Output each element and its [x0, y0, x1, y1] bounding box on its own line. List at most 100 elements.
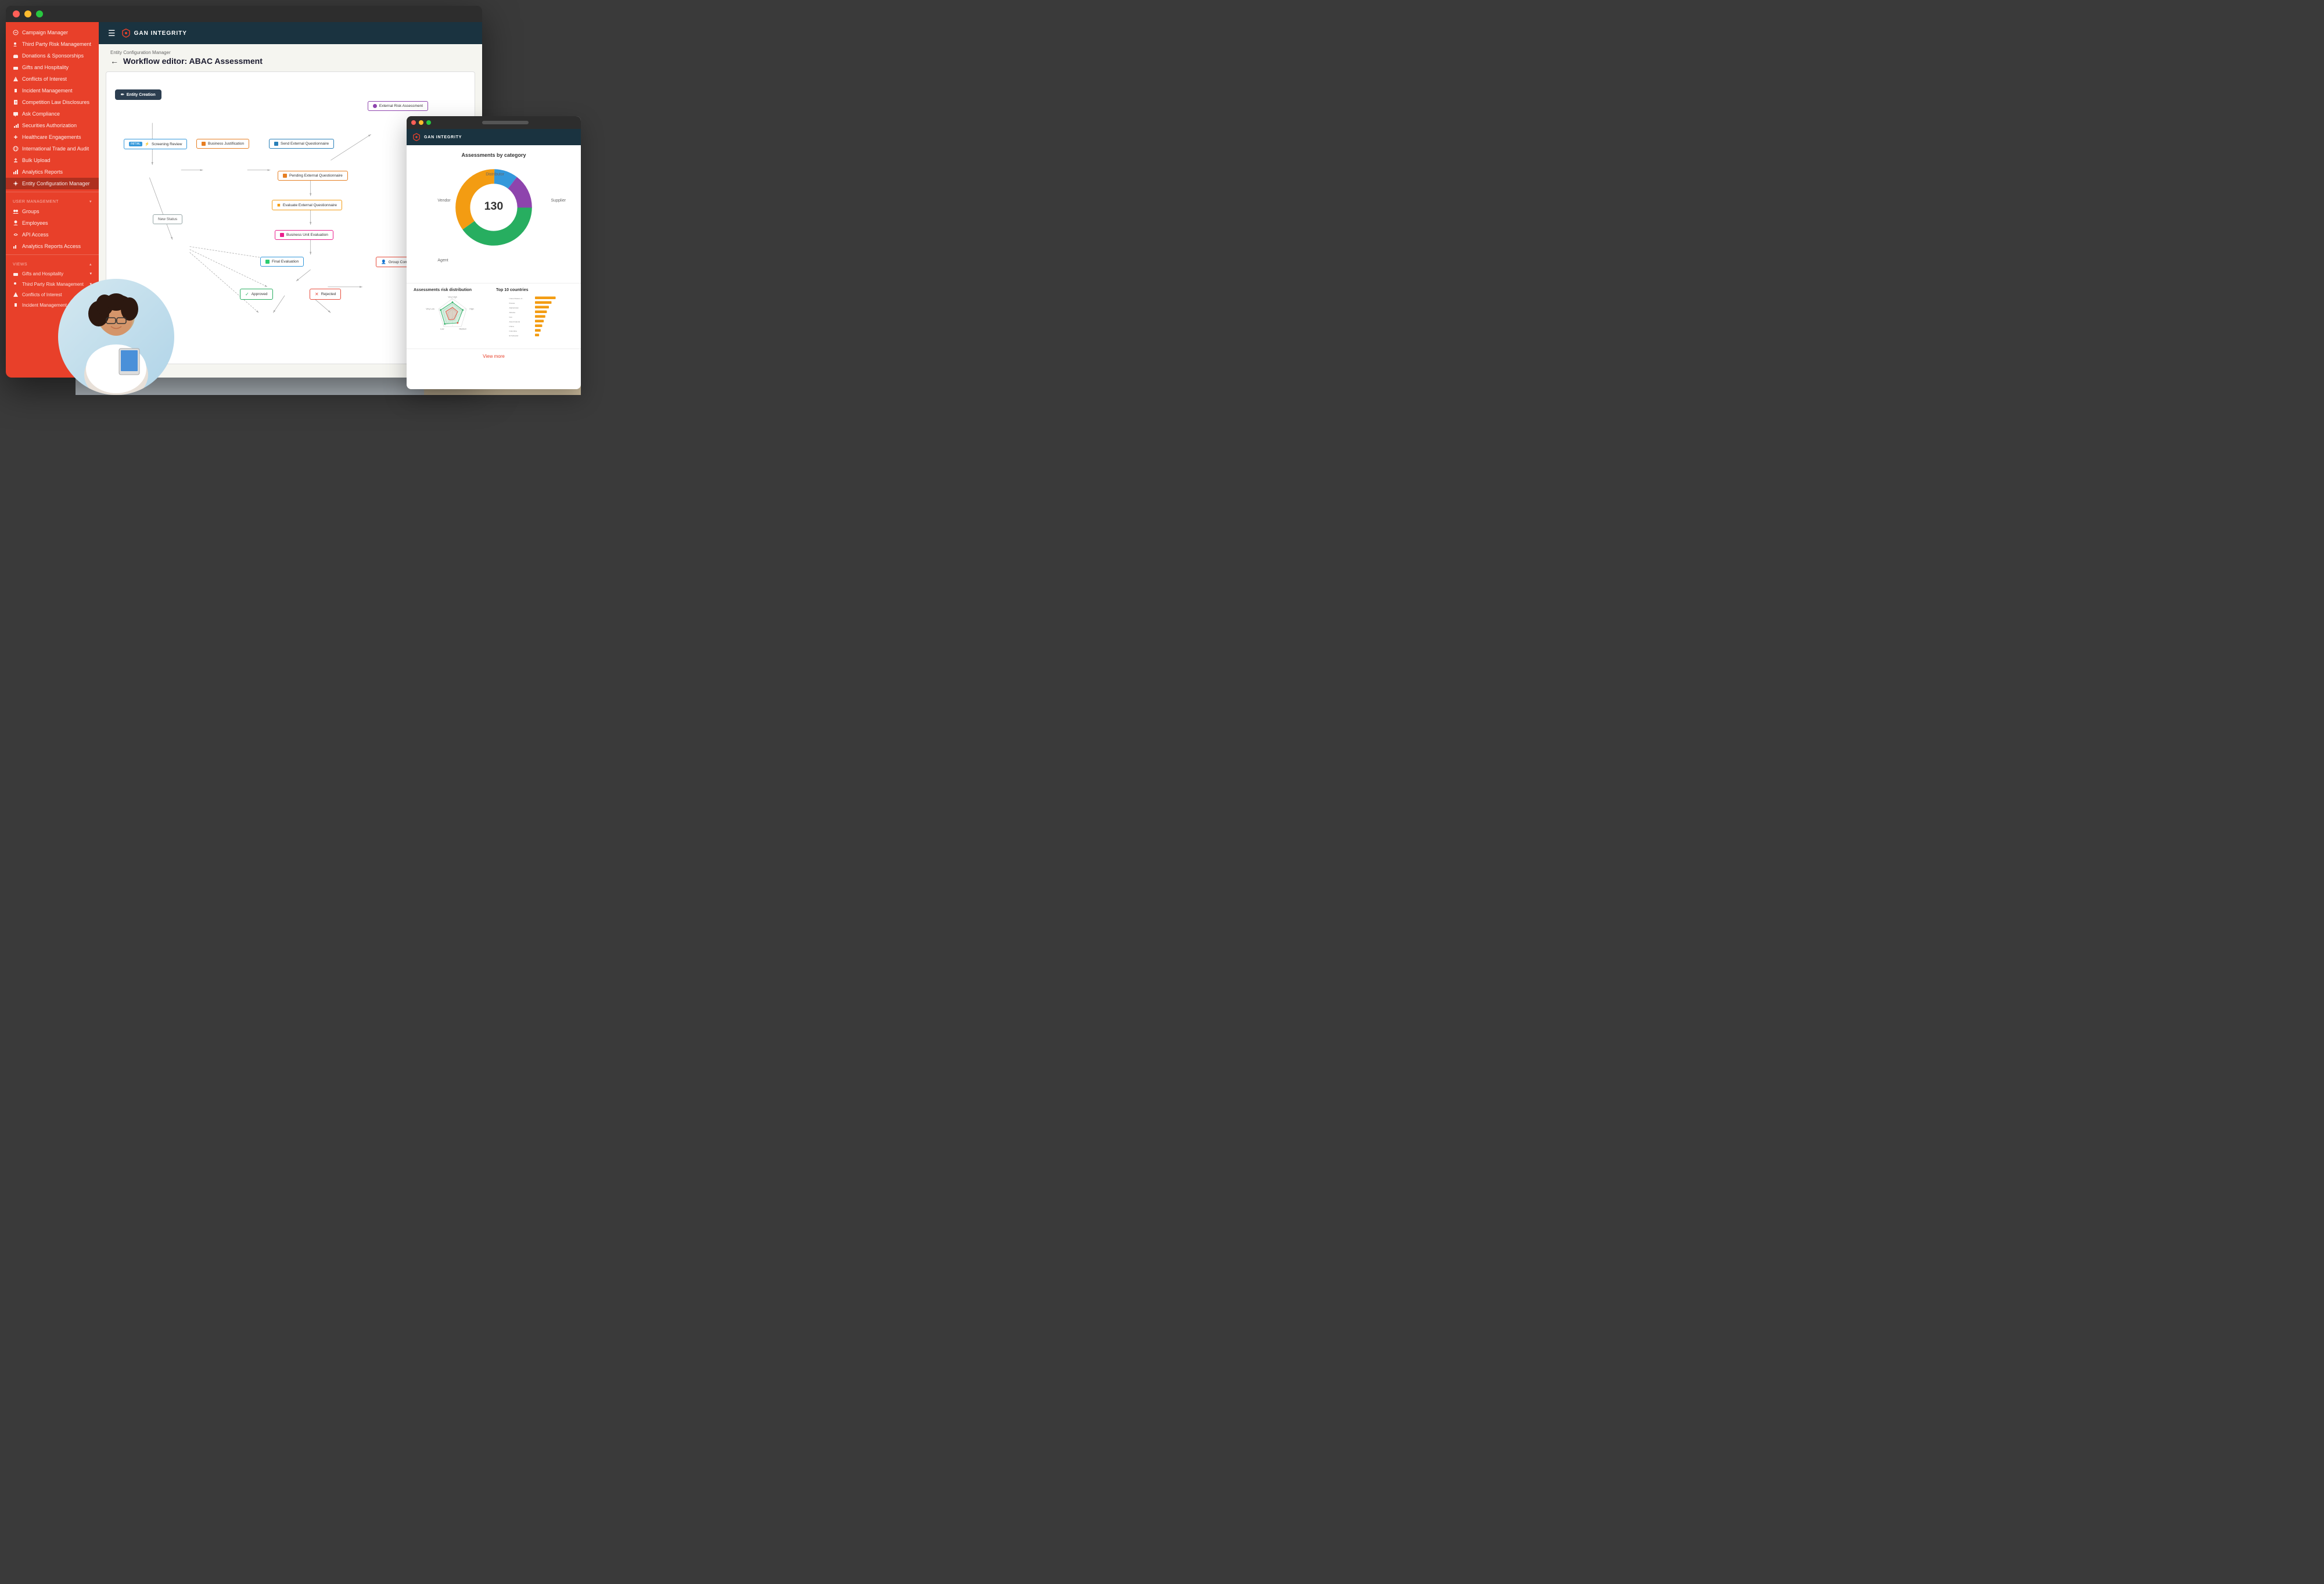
node-biz-just-label: Business Justification — [208, 142, 244, 146]
node-send-ext-label: Send External Questionnaire — [281, 142, 329, 146]
sidebar-label-groups: Groups — [22, 209, 39, 214]
svg-text:Russia: Russia — [509, 302, 515, 304]
top-nav: ☰ GAN INTEGRITY — [99, 22, 482, 44]
sidebar-label-employees: Employees — [22, 220, 48, 226]
agent-label: Agent — [437, 258, 448, 263]
sidebar-item-analytics[interactable]: Analytics Reports — [6, 166, 99, 178]
second-maximize-btn[interactable] — [426, 120, 431, 125]
node-business-justification[interactable]: Business Justification — [196, 139, 249, 149]
sidebar-item-ask[interactable]: Ask Compliance — [6, 108, 99, 120]
sidebar-item-donations[interactable]: Donations & Sponsorships — [6, 50, 99, 62]
sidebar-item-competition[interactable]: Competition Law Disclosures — [6, 96, 99, 108]
teal-dot-icon — [265, 260, 270, 264]
sidebar-item-coi[interactable]: ! Conflicts of Interest — [6, 73, 99, 85]
warning-icon — [13, 88, 19, 94]
sidebar-item-international[interactable]: International Trade and Audit — [6, 143, 99, 155]
sidebar-item-analytics-access[interactable]: Analytics Reports Access — [6, 240, 99, 252]
users-view-icon — [13, 281, 19, 287]
breadcrumb-area: Entity Configuration Manager ← Workflow … — [99, 44, 482, 66]
medical-icon — [13, 134, 19, 140]
top-countries-chart: Top 10 countries United States of... Rus… — [496, 288, 574, 344]
sidebar-label-analytics: Analytics Reports — [22, 169, 63, 175]
sidebar-label-securities: Securities Authorization — [22, 123, 77, 128]
node-approved-label: Approved — [252, 292, 268, 296]
node-evaluate-external[interactable]: ◼ Evaluate External Questionnaire — [272, 200, 342, 210]
node-final-evaluation[interactable]: Final Evaluation — [260, 257, 304, 267]
node-business-unit[interactable]: Business Unit Evaluation — [275, 230, 333, 240]
breadcrumb: Entity Configuration Manager — [110, 50, 470, 55]
node-send-external[interactable]: Send External Questionnaire — [269, 139, 334, 149]
node-rejected-label: Rejected — [321, 292, 336, 296]
node-ext-risk-label: External Risk Assessment — [379, 104, 423, 108]
sidebar-item-bulk[interactable]: Bulk Upload — [6, 155, 99, 166]
sidebar-label-donations: Donations & Sponsorships — [22, 53, 84, 59]
radar-svg: Very High High Medium Low Very Low — [414, 294, 491, 341]
chart-icon — [13, 123, 19, 128]
page-title: ← Workflow editor: ABAC Assessment — [110, 56, 470, 66]
sidebar-label-healthcare: Healthcare Engagements — [22, 134, 81, 140]
sidebar-label-api: API Access — [22, 232, 49, 238]
supplier-label: Supplier — [551, 199, 566, 203]
sidebar-item-entity-config[interactable]: Entity Configuration Manager — [6, 178, 99, 189]
back-arrow-icon[interactable]: ← — [110, 56, 118, 66]
sidebar-label-campaign-manager: Campaign Manager — [22, 30, 68, 35]
pencil-icon: ✏ — [121, 92, 124, 97]
sidebar-item-securities[interactable]: Securities Authorization — [6, 120, 99, 131]
sidebar-item-tprm[interactable]: Third Party Risk Management — [6, 38, 99, 50]
megaphone-icon — [13, 30, 19, 35]
node-final-label: Final Evaluation — [272, 260, 299, 264]
node-new-status[interactable]: New Status — [153, 214, 182, 224]
sidebar-item-incident[interactable]: Incident Management — [6, 85, 99, 96]
second-close-btn[interactable] — [411, 120, 416, 125]
node-pending-external[interactable]: Pending External Questionnaire — [278, 171, 348, 181]
upload-icon — [13, 157, 19, 163]
distributor-label: Distributor — [486, 173, 504, 177]
sidebar-item-healthcare[interactable]: Healthcare Engagements — [6, 131, 99, 143]
node-external-risk[interactable]: External Risk Assessment — [368, 101, 428, 111]
view-more-button[interactable]: View more — [407, 349, 581, 364]
svg-text:130: 130 — [484, 200, 504, 213]
close-button[interactable] — [13, 10, 20, 17]
mac-titlebar — [6, 6, 482, 22]
svg-text:Iran: Iran — [509, 316, 513, 318]
doc-icon — [13, 99, 19, 105]
node-approved[interactable]: ✓ Approved — [240, 289, 273, 300]
sidebar-item-groups[interactable]: Groups — [6, 206, 99, 217]
svg-text:!: ! — [15, 78, 16, 82]
gift-icon — [13, 53, 19, 59]
minimize-button[interactable] — [24, 10, 31, 17]
node-rejected[interactable]: ✕ Rejected — [310, 289, 341, 300]
node-evaluate-label: Evaluate External Questionnaire — [283, 203, 337, 207]
maximize-button[interactable] — [36, 10, 43, 17]
sidebar-item-employees[interactable]: Employees — [6, 217, 99, 229]
sidebar-item-campaign-manager[interactable]: Campaign Manager — [6, 27, 99, 38]
sidebar-item-gifts[interactable]: Gifts and Hospitality — [6, 62, 99, 73]
sidebar-label-tprm: Third Party Risk Management — [22, 41, 91, 47]
svg-text:Colombia: Colombia — [509, 330, 517, 332]
svg-text:Aland Islands: Aland Islands — [509, 321, 520, 323]
node-entity-creation[interactable]: ✏ Entity Creation — [115, 89, 161, 100]
node-new-status-label: New Status — [158, 217, 177, 221]
hamburger-icon[interactable]: ☰ — [108, 28, 116, 38]
sidebar-view-gifts[interactable]: Gifts and Hospitality ▾ — [6, 268, 99, 279]
svg-text:China: China — [509, 325, 514, 328]
groups-icon — [13, 209, 19, 214]
sidebar-label-ask: Ask Compliance — [22, 111, 60, 117]
node-biz-unit-label: Business Unit Evaluation — [286, 233, 328, 237]
sidebar-label-gifts: Gifts and Hospitality — [22, 64, 69, 70]
sidebar-label-international: International Trade and Audit — [22, 146, 89, 152]
gift2-icon — [13, 64, 19, 70]
vendor-label: Vendor — [437, 199, 450, 203]
settings-icon — [13, 181, 19, 186]
brand-logo-icon — [121, 28, 131, 38]
node-screening-review[interactable]: INITIAL ⚡ Screening Review — [124, 139, 187, 149]
svg-text:Low: Low — [440, 328, 444, 330]
screening-icon: ⚡ — [145, 142, 149, 146]
second-url-bar — [482, 121, 529, 124]
pending-dot-icon — [283, 174, 287, 178]
check-icon: ✓ — [245, 292, 249, 297]
sidebar-divider-2 — [6, 254, 99, 255]
second-minimize-btn[interactable] — [419, 120, 423, 125]
sidebar-item-api[interactable]: API Access — [6, 229, 99, 240]
svg-text:Afghanistan: Afghanistan — [509, 307, 519, 309]
